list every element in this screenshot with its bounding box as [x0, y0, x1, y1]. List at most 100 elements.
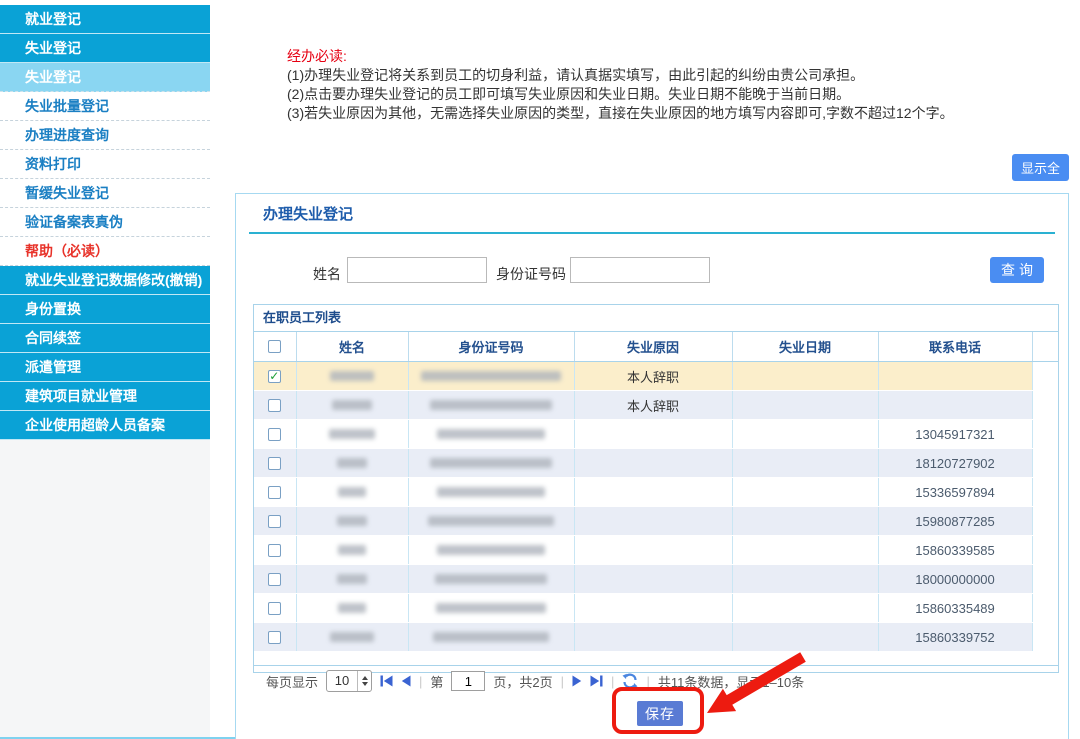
row-checkbox[interactable] [268, 573, 281, 586]
table-row[interactable]: 15860335489 [254, 594, 1058, 623]
prev-page-icon[interactable] [401, 675, 411, 687]
sidebar-item[interactable]: 身份置换 [0, 295, 210, 324]
first-page-icon[interactable] [380, 675, 393, 687]
cell-reason: 本人辞职 [574, 362, 732, 391]
cell-empty [1032, 507, 1058, 536]
select-all-checkbox[interactable] [268, 340, 281, 353]
main-panel: 办理失业登记 姓名 身份证号码 查询 在职员工列表 姓名 身份证号码 失业原因 [235, 193, 1069, 739]
blurred-name [337, 516, 367, 526]
table-row[interactable]: 15860339752 [254, 623, 1058, 652]
last-page-icon[interactable] [590, 675, 603, 687]
cell-reason [574, 565, 732, 594]
table-row[interactable]: 15980877285 [254, 507, 1058, 536]
cell-date [732, 536, 878, 565]
sidebar-item[interactable]: 失业批量登记 [0, 92, 210, 121]
cell-reason [574, 449, 732, 478]
row-checkbox[interactable] [268, 399, 281, 412]
blurred-id [430, 400, 552, 410]
row-checkbox[interactable] [268, 457, 281, 470]
col-header-id: 身份证号码 [408, 332, 574, 362]
sidebar-item[interactable]: 办理进度查询 [0, 121, 210, 150]
sidebar-item[interactable]: 资料打印 [0, 150, 210, 179]
sidebar-item[interactable]: 帮助（必读） [0, 237, 210, 266]
name-input[interactable] [347, 257, 487, 283]
select-spinner-icon [357, 671, 371, 691]
refresh-icon[interactable] [622, 673, 638, 689]
page-number-input[interactable] [451, 671, 485, 691]
pagination-summary: 共11条数据，显示1–10条 [658, 672, 804, 691]
sidebar-item[interactable]: 验证备案表真伪 [0, 208, 210, 237]
blurred-name [338, 487, 366, 497]
cell-reason [574, 420, 732, 449]
show-full-text-button[interactable]: 显示全文 [1012, 154, 1069, 181]
cell-phone: 15860339585 [878, 536, 1032, 565]
employee-table: 在职员工列表 姓名 身份证号码 失业原因 失业日期 联系电话 [253, 304, 1059, 673]
blurred-id [428, 516, 554, 526]
cell-empty [1032, 478, 1058, 507]
title-divider [249, 232, 1055, 234]
cell-date [732, 507, 878, 536]
sidebar-item[interactable]: 派遣管理 [0, 353, 210, 382]
col-header-empty [1032, 332, 1058, 362]
notice-line: (1)办理失业登记将关系到员工的切身利益，请认真据实填写，由此引起的纠纷由贵公司… [287, 66, 954, 85]
cell-phone: 18120727902 [878, 449, 1032, 478]
save-button[interactable]: 保存 [637, 701, 683, 726]
table-row[interactable]: 18120727902 [254, 449, 1058, 478]
page-prefix: 第 [430, 672, 443, 691]
cell-empty [1032, 536, 1058, 565]
table-row[interactable]: 本人辞职 [254, 362, 1058, 391]
cell-empty [1032, 565, 1058, 594]
blurred-name [337, 458, 367, 468]
page-suffix: 页，共2页 [493, 672, 552, 691]
cell-phone: 15980877285 [878, 507, 1032, 536]
sidebar-item[interactable]: 失业登记 [0, 63, 210, 92]
table-row[interactable]: 18000000000 [254, 565, 1058, 594]
notice-line: (3)若失业原因为其他，无需选择失业原因的类型，直接在失业原因的地方填写内容即可… [287, 104, 954, 123]
sidebar: 就业登记失业登记失业登记失业批量登记办理进度查询资料打印暂缓失业登记验证备案表真… [0, 5, 210, 440]
row-checkbox[interactable] [268, 486, 281, 499]
blurred-id [435, 574, 547, 584]
table-row[interactable]: 13045917321 [254, 420, 1058, 449]
notice-block: 经办必读: (1)办理失业登记将关系到员工的切身利益，请认真据实填写，由此引起的… [287, 47, 954, 123]
col-header-date: 失业日期 [732, 332, 878, 362]
pagination-bar: 每页显示 10 | 第 页，共2页 | [254, 665, 1058, 696]
row-checkbox[interactable] [268, 631, 281, 644]
cell-phone: 15336597894 [878, 478, 1032, 507]
row-checkbox-checked[interactable] [268, 370, 281, 383]
cell-empty [1032, 420, 1058, 449]
sidebar-item[interactable]: 合同续签 [0, 324, 210, 353]
sidebar-empty-area [0, 440, 210, 739]
blurred-id [437, 487, 545, 497]
sidebar-item[interactable]: 失业登记 [0, 34, 210, 63]
id-number-input[interactable] [570, 257, 710, 283]
row-checkbox[interactable] [268, 515, 281, 528]
sidebar-item[interactable]: 就业登记 [0, 5, 210, 34]
per-page-value: 10 [327, 671, 357, 691]
blurred-id [437, 545, 545, 555]
per-page-label: 每页显示 [266, 672, 318, 691]
blurred-name [338, 545, 366, 555]
table-row[interactable]: 本人辞职 [254, 391, 1058, 420]
sidebar-item[interactable]: 就业失业登记数据修改(撤销) [0, 266, 210, 295]
sidebar-item[interactable]: 暂缓失业登记 [0, 179, 210, 208]
per-page-select[interactable]: 10 [326, 670, 372, 692]
notice-title: 经办必读: [287, 47, 954, 66]
search-button[interactable]: 查询 [990, 257, 1044, 283]
blurred-id [430, 458, 552, 468]
row-checkbox[interactable] [268, 428, 281, 441]
id-number-label: 身份证号码 [496, 264, 566, 284]
sidebar-item[interactable]: 建筑项目就业管理 [0, 382, 210, 411]
cell-reason [574, 623, 732, 652]
row-checkbox[interactable] [268, 544, 281, 557]
table-row[interactable]: 15336597894 [254, 478, 1058, 507]
table-row[interactable]: 15860339585 [254, 536, 1058, 565]
page: 就业登记失业登记失业登记失业批量登记办理进度查询资料打印暂缓失业登记验证备案表真… [0, 0, 1080, 739]
row-checkbox[interactable] [268, 602, 281, 615]
cell-empty [1032, 449, 1058, 478]
next-page-icon[interactable] [572, 675, 582, 687]
cell-date [732, 623, 878, 652]
cell-date [732, 391, 878, 420]
sidebar-item[interactable]: 企业使用超龄人员备案 [0, 411, 210, 440]
cell-phone: 13045917321 [878, 420, 1032, 449]
col-header-reason: 失业原因 [574, 332, 732, 362]
